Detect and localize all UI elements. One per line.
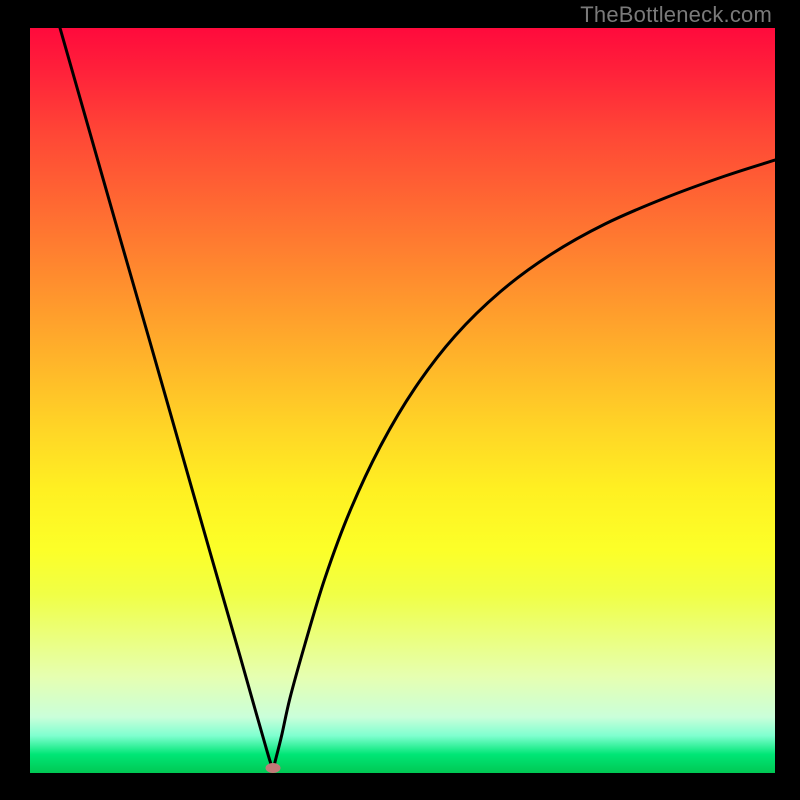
plot-area [30, 28, 775, 773]
watermark-label: TheBottleneck.com [580, 2, 772, 28]
minimum-marker [266, 763, 281, 773]
chart-container: TheBottleneck.com [0, 0, 800, 800]
curve-svg [30, 28, 775, 773]
curve-path [60, 28, 775, 768]
